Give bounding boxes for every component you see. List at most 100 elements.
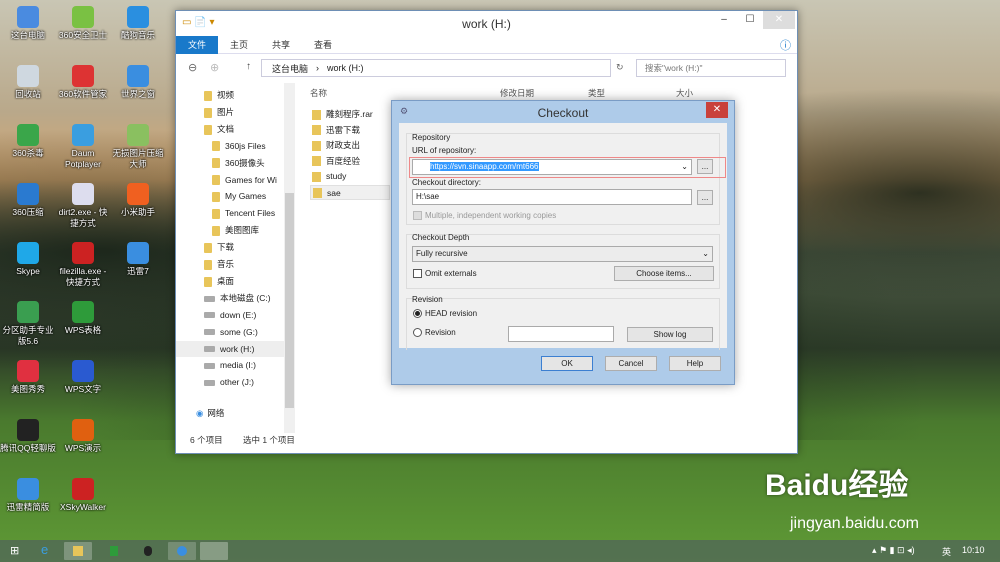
revision-radio[interactable] <box>413 328 422 337</box>
chevron-down-icon[interactable]: ⌄ <box>681 160 688 174</box>
help-button[interactable]: Help <box>669 356 721 371</box>
ie-taskbar-button[interactable]: e <box>32 542 60 560</box>
nav-item[interactable]: 本地磁盘 (C:) <box>176 290 284 306</box>
desktop-icon[interactable]: 小米助手 <box>110 183 166 218</box>
column-date[interactable]: 修改日期 <box>500 87 534 99</box>
refresh-icon[interactable]: ↻ <box>616 62 624 73</box>
desktop-icon[interactable]: 无损图片压缩大师 <box>110 124 166 170</box>
column-type[interactable]: 类型 <box>588 87 605 99</box>
address-bar[interactable]: 这台电脑 › work (H:) <box>261 59 611 77</box>
nav-item[interactable]: 文档 <box>176 121 284 137</box>
desktop-icon[interactable]: 360压缩 <box>0 183 56 218</box>
nav-item[interactable]: 音乐 <box>176 256 284 272</box>
column-name[interactable]: 名称 <box>310 87 327 99</box>
browse-dir-button[interactable]: ... <box>697 190 713 205</box>
maximize-button[interactable]: ☐ <box>737 11 763 29</box>
browser-taskbar-button[interactable] <box>168 542 196 560</box>
ok-button[interactable]: OK <box>541 356 593 371</box>
desktop-icon[interactable]: WPS文字 <box>55 360 111 395</box>
file-item[interactable]: 财政支出 <box>310 138 390 153</box>
file-name: 雕刻程序.rar <box>326 109 373 119</box>
nav-item[interactable]: 图片 <box>176 104 284 120</box>
desktop-icon[interactable]: 迅雷精简版 <box>0 478 56 513</box>
file-item[interactable]: study <box>310 169 390 184</box>
desktop-icon[interactable]: 360软件管家 <box>55 65 111 100</box>
column-size[interactable]: 大小 <box>676 87 693 99</box>
forward-button[interactable]: ⊕ <box>210 61 219 74</box>
desktop-icon[interactable]: WPS演示 <box>55 419 111 454</box>
desktop-icon[interactable]: dirt2.exe - 快捷方式 <box>55 183 111 229</box>
cancel-button[interactable]: Cancel <box>605 356 657 371</box>
tab-share[interactable]: 共享 <box>260 36 302 54</box>
tab-home[interactable]: 主页 <box>218 36 260 54</box>
nav-item[interactable]: Games for Wi <box>176 172 284 188</box>
nav-item-network[interactable]: ◉ 网络 <box>176 405 284 421</box>
head-revision-radio[interactable] <box>413 309 422 318</box>
file-item[interactable]: 雕刻程序.rar <box>310 107 390 122</box>
nav-item[interactable]: Tencent Files <box>176 205 284 221</box>
back-button[interactable]: ⊖ <box>188 61 197 74</box>
qq-taskbar-button[interactable] <box>134 542 162 560</box>
search-input[interactable]: 搜索"work (H:)" <box>636 59 786 77</box>
clock[interactable]: 10:10 <box>962 545 985 555</box>
tab-file[interactable]: 文件 <box>176 35 219 54</box>
title-bar[interactable]: ▭ 📄 ▾ work (H:) – ☐ ✕ <box>176 11 797 36</box>
breadcrumb-item[interactable]: 这台电脑 <box>272 62 308 75</box>
explorer-taskbar-button[interactable] <box>64 542 92 560</box>
desktop-icon[interactable]: 酷狗音乐 <box>110 6 166 41</box>
desktop-icon[interactable]: 360安全卫士 <box>55 6 111 41</box>
depth-select[interactable]: Fully recursive ⌄ <box>412 246 713 262</box>
revision-input[interactable] <box>508 326 614 342</box>
minimize-button[interactable]: – <box>711 11 737 29</box>
close-button[interactable]: ✕ <box>706 102 728 118</box>
nav-item[interactable]: 美图图库 <box>176 222 284 238</box>
breadcrumb-item[interactable]: work (H:) <box>327 63 364 73</box>
choose-items-button[interactable]: Choose items... <box>614 266 714 281</box>
nav-item[interactable]: down (E:) <box>176 307 284 323</box>
desktop-icon[interactable]: Daum Potplayer <box>55 124 111 170</box>
help-icon[interactable]: ⓘ <box>780 37 791 53</box>
checkout-dir-input[interactable]: H:\sae <box>412 189 692 205</box>
desktop-icon[interactable]: filezilla.exe - 快捷方式 <box>55 242 111 288</box>
desktop-icon[interactable]: WPS表格 <box>55 301 111 336</box>
nav-item[interactable]: other (J:) <box>176 374 284 390</box>
show-log-button[interactable]: Show log <box>627 327 713 342</box>
desktop-icon[interactable]: 美图秀秀 <box>0 360 56 395</box>
start-button[interactable]: ⊞ <box>10 544 19 557</box>
desktop-icon[interactable]: 这台电脑 <box>0 6 56 41</box>
desktop-icon[interactable]: 分区助手专业版5.6 <box>0 301 56 347</box>
tab-view[interactable]: 查看 <box>302 36 344 54</box>
up-button[interactable]: ↑ <box>246 61 251 72</box>
url-input[interactable]: https://svn.sinaapp.com/mt666 ⌄ <box>412 159 692 175</box>
desktop-icon[interactable]: 世界之窗 <box>110 65 166 100</box>
nav-item[interactable]: 视频 <box>176 87 284 103</box>
svn-taskbar-button[interactable] <box>200 542 228 560</box>
desktop-icon[interactable]: Skype <box>0 242 56 277</box>
browse-url-button[interactable]: ... <box>697 159 713 174</box>
file-item[interactable]: 迅雷下载 <box>310 123 390 138</box>
desktop-icon[interactable]: 回收站 <box>0 65 56 100</box>
desktop-icon-label: WPS演示 <box>64 443 102 453</box>
desktop-icon[interactable]: 腾讯QQ轻聊版 <box>0 419 56 454</box>
ime-indicator[interactable]: 英 <box>942 545 951 558</box>
nav-item[interactable]: My Games <box>176 188 284 204</box>
nav-item[interactable]: media (I:) <box>176 357 284 373</box>
close-button[interactable]: ✕ <box>763 11 795 29</box>
tray-icons[interactable]: ▴ ⚑ ▮ ⊡ ◂) <box>872 545 915 556</box>
nav-item[interactable]: some (G:) <box>176 324 284 340</box>
desktop-icon[interactable]: XSkyWalker <box>55 478 111 513</box>
file-item[interactable]: 百度经验 <box>310 154 390 169</box>
file-item[interactable]: sae <box>310 184 390 200</box>
nav-item[interactable]: 360js Files <box>176 138 284 154</box>
nav-item[interactable]: 360摄像头 <box>176 155 284 171</box>
revision-label: Revision <box>425 328 456 337</box>
nav-item[interactable]: work (H:) <box>176 340 284 357</box>
desktop-icon[interactable]: 迅雷7 <box>110 242 166 277</box>
omit-externals-checkbox[interactable] <box>413 269 422 278</box>
desktop-icon[interactable]: 360杀毒 <box>0 124 56 159</box>
excel-taskbar-button[interactable] <box>100 542 128 560</box>
nav-item[interactable]: 桌面 <box>176 273 284 289</box>
multiple-checkbox[interactable] <box>413 211 422 220</box>
nav-scrollbar[interactable] <box>284 83 295 433</box>
nav-item[interactable]: 下载 <box>176 239 284 255</box>
